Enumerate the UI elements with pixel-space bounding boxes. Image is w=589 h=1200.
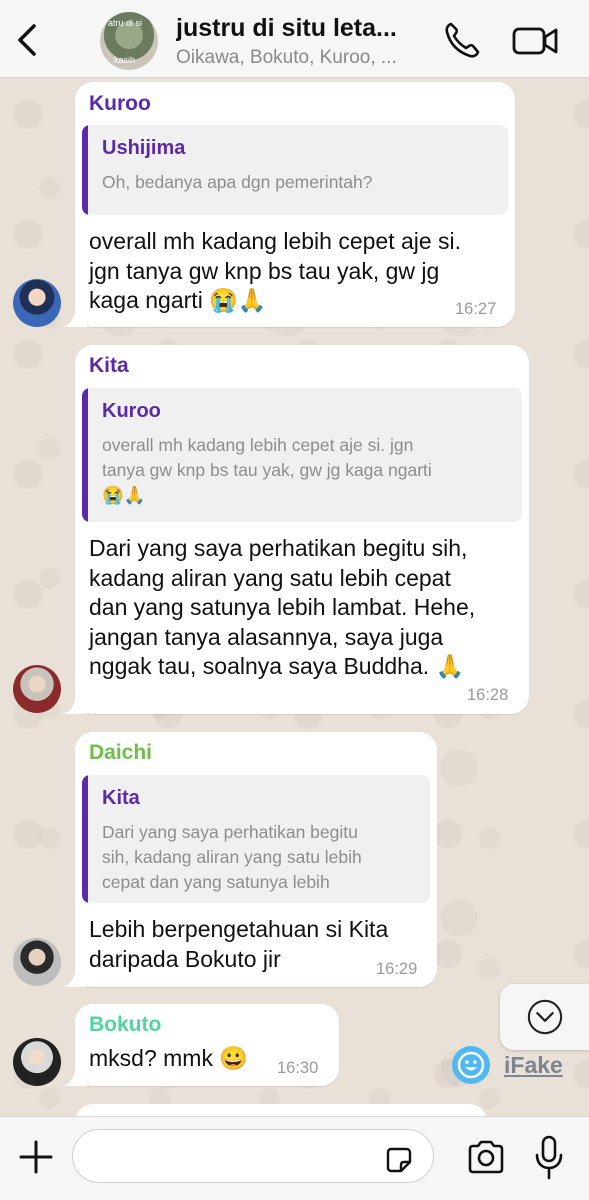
chevron-down-circle-icon (527, 999, 563, 1035)
group-avatar[interactable]: atru di si kasih (100, 12, 158, 70)
quoted-sender: Kita (102, 787, 140, 809)
quoted-sender: Ushijima (102, 137, 186, 159)
message-bubble[interactable]: Bokuto mksd? mmk 😀 16:30 (63, 1004, 339, 1086)
sender-name: Daichi (89, 741, 153, 764)
quoted-text: Oh, bedanya apa dgn pemerintah? (102, 172, 373, 192)
bubble-tail (63, 305, 87, 327)
quoted-message[interactable]: Ushijima Oh, bedanya apa dgn pemerintah? (82, 125, 508, 215)
group-title[interactable]: justru di situ leta... (176, 14, 426, 43)
message-input[interactable] (72, 1129, 434, 1183)
smiley-logo-icon (452, 1046, 490, 1084)
chat-header: atru di si kasih justru di situ leta... … (0, 0, 589, 78)
quoted-message[interactable]: Kita Dari yang saya perhatikan begitu si… (82, 775, 430, 903)
plus-icon[interactable] (18, 1139, 54, 1175)
message-bubble[interactable]: Kita Kuroo overall mh kadang lebih cepet… (63, 345, 529, 714)
watermark-text: iFake (504, 1052, 563, 1078)
microphone-icon[interactable] (534, 1135, 564, 1181)
ifake-watermark: iFake (452, 1046, 582, 1086)
quoted-text-line: 😭🙏 (102, 485, 146, 505)
message-text: overall mh kadang lebih cepet aje si. jg… (89, 228, 462, 313)
quoted-sender: Kuroo (102, 400, 161, 422)
scroll-to-bottom-button[interactable] (500, 984, 589, 1050)
quoted-text-line: sih, kadang aliran yang satu lebih (102, 847, 362, 867)
quoted-text-line: tanya gw knp bs tau yak, gw jg kaga ngar… (102, 460, 432, 480)
quoted-text-line: cepat dan yang satunya lebih (102, 872, 330, 892)
avatar-kuroo[interactable] (13, 279, 61, 327)
quoted-message[interactable]: Kuroo overall mh kadang lebih cepet aje … (82, 388, 522, 522)
message-time: 16:30 (277, 1059, 319, 1077)
video-call-icon[interactable] (512, 24, 558, 58)
message-text: mksd? mmk 😀 (89, 1045, 248, 1071)
message-bubble[interactable]: Kuroo Ushijima Oh, bedanya apa dgn pemer… (63, 82, 515, 327)
bubble-tail (63, 1064, 87, 1086)
quoted-text-line: overall mh kadang lebih cepet aje si. jg… (102, 435, 414, 455)
avatar-daichi[interactable] (13, 938, 61, 986)
avatar-caption-bottom: kasih (114, 55, 136, 65)
message-time: 16:29 (376, 960, 418, 978)
bubble-tail (63, 965, 87, 987)
avatar-bokuto[interactable] (13, 1038, 61, 1086)
message-time: 16:27 (455, 300, 497, 318)
bubble-tail (63, 692, 87, 714)
message-text: Dari yang saya perhatikan begitu sih, ka… (89, 535, 476, 679)
group-members[interactable]: Oikawa, Bokuto, Kuroo, ... (176, 47, 426, 69)
sender-name: Kita (89, 354, 129, 377)
sticker-icon[interactable] (384, 1145, 414, 1175)
back-chevron-icon[interactable] (12, 20, 42, 60)
message-bubble[interactable]: Daichi Kita Dari yang saya perhatikan be… (63, 732, 437, 987)
avatar-caption-top: atru di si (108, 18, 143, 28)
composer-bar (0, 1116, 589, 1200)
phone-call-icon[interactable] (443, 20, 481, 60)
sender-name: Bokuto (89, 1013, 162, 1036)
camera-icon[interactable] (466, 1139, 506, 1175)
avatar-kita[interactable] (13, 665, 61, 713)
quoted-text-line: Dari yang saya perhatikan begitu (102, 822, 358, 842)
sender-name: Kuroo (89, 92, 151, 115)
message-time: 16:28 (467, 686, 509, 704)
message-text: Lebih berpengetahuan si Kita daripada Bo… (89, 916, 389, 972)
